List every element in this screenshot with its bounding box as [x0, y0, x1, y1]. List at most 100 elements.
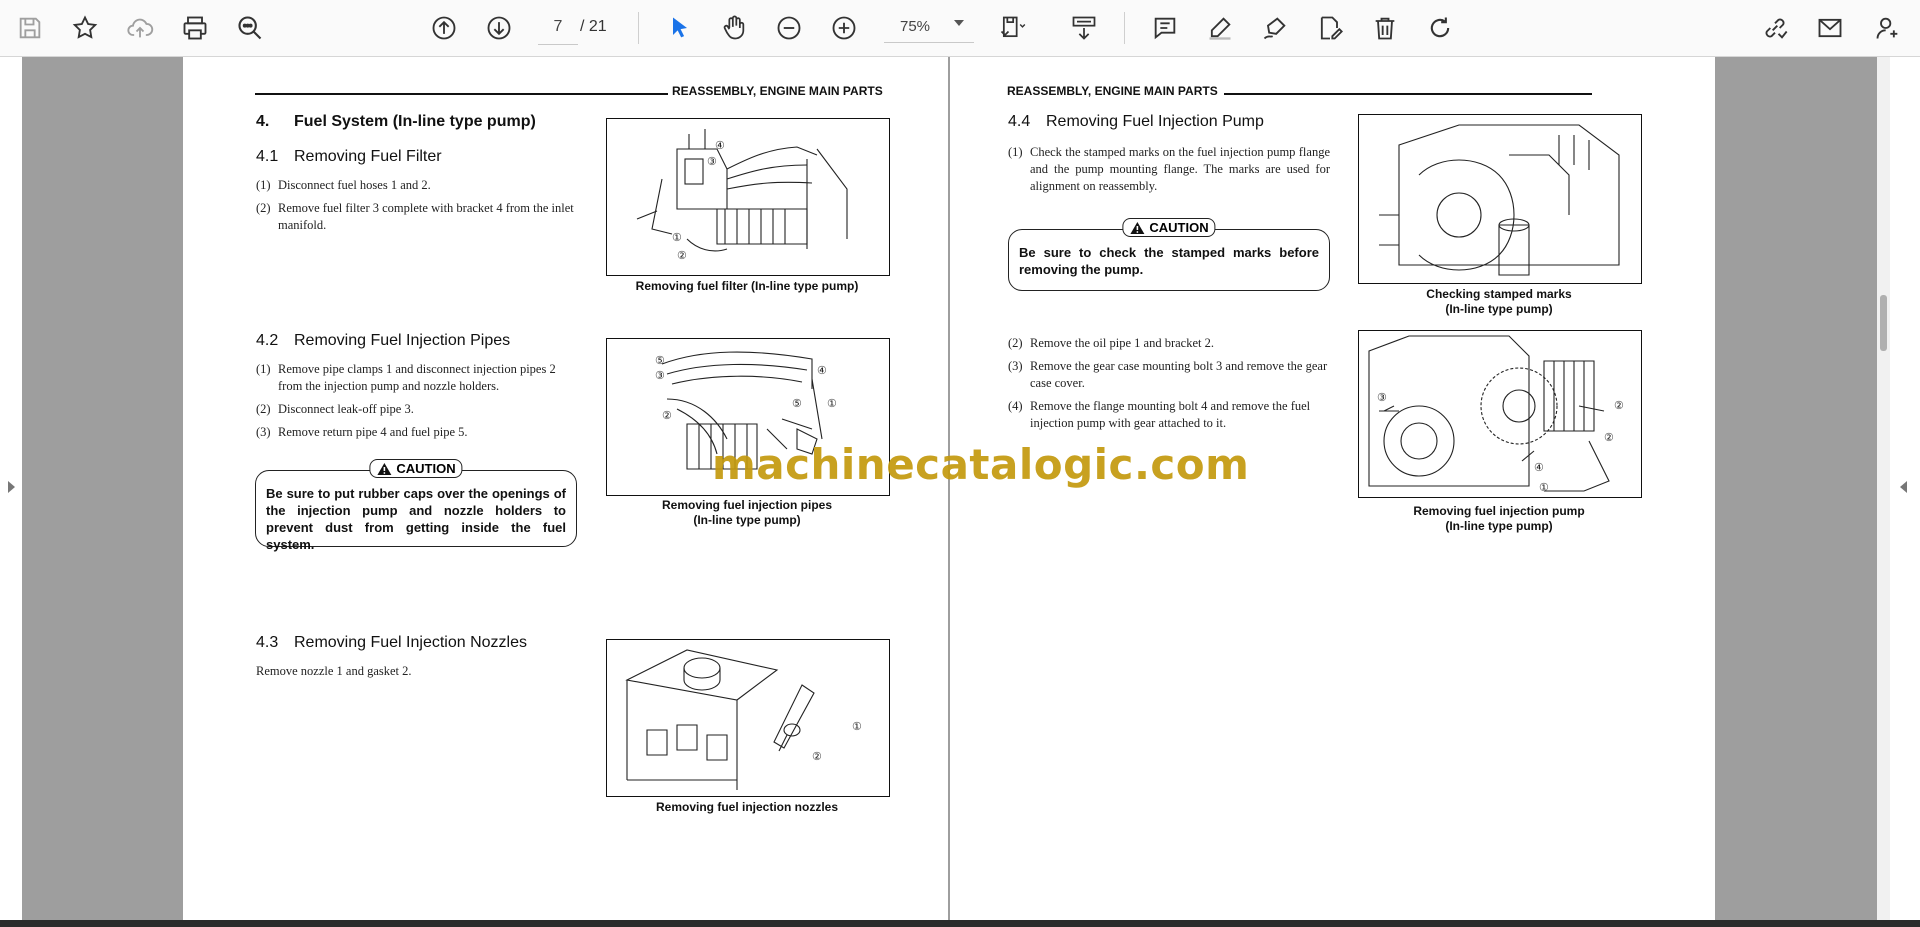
save-icon[interactable]	[10, 8, 50, 48]
figure-caption-line: (In-line type pump)	[693, 513, 801, 527]
hand-tool-icon[interactable]	[714, 8, 754, 48]
caution-label: CAUTION	[369, 459, 463, 478]
zoom-dropdown[interactable]: 75%	[884, 10, 974, 43]
vertical-scrollbar[interactable]	[1877, 57, 1890, 920]
add-user-icon[interactable]	[1868, 8, 1908, 48]
sign-icon[interactable]	[1255, 8, 1295, 48]
step-text: Check the stamped marks on the fuel inje…	[1030, 145, 1330, 193]
page-fit-icon[interactable]	[992, 8, 1032, 48]
subsection-title: 4.2 Removing Fuel Injection Pipes	[256, 332, 510, 350]
scrollbar-thumb[interactable]	[1880, 295, 1887, 351]
edit-pdf-icon[interactable]	[1310, 8, 1350, 48]
scroll-mode-icon[interactable]	[1064, 8, 1104, 48]
callout-3: ③	[707, 156, 717, 168]
callout-2: ②	[812, 751, 822, 763]
prev-page-icon[interactable]	[424, 8, 464, 48]
share-link-icon[interactable]	[1755, 8, 1795, 48]
callout-4: ④	[1534, 462, 1544, 474]
callout-2: ②	[1604, 432, 1614, 444]
step-text: Remove the gear case mounting bolt 3 and…	[1030, 359, 1328, 390]
caution-label-text: CAUTION	[1149, 220, 1209, 235]
step-text: Disconnect fuel hoses 1 and 2.	[278, 178, 431, 192]
delete-icon[interactable]	[1365, 8, 1405, 48]
callout-5: ⑤	[655, 355, 665, 367]
bottom-edge	[0, 920, 1920, 927]
subsection-title-text: Removing Fuel Injection Pump	[1046, 113, 1264, 130]
zoom-in-icon[interactable]	[824, 8, 864, 48]
toolbar: / 21 75%	[0, 0, 1920, 57]
step-number: (1)	[256, 178, 271, 192]
callout-3: ③	[1377, 392, 1387, 404]
step-number: (2)	[1008, 336, 1023, 350]
left-panel-toggle[interactable]	[0, 57, 22, 920]
step-list: (2) Remove the oil pipe 1 and bracket 2. …	[1008, 335, 1330, 438]
subsection-title: 4.3 Removing Fuel Injection Nozzles	[256, 634, 527, 652]
zoom-value: 75%	[900, 18, 931, 35]
figure-caption: Removing fuel filter (In-line type pump)	[635, 279, 859, 293]
list-item: (1) Disconnect fuel hoses 1 and 2.	[256, 177, 581, 194]
figure-caption: Removing fuel injection nozzles	[655, 800, 839, 814]
watermark-text: machinecatalogic.com	[712, 440, 1250, 489]
figure-caption: Removing fuel injection pipes (In-line t…	[606, 498, 888, 528]
step-text: Remove the flange mounting bolt 4 and re…	[1030, 399, 1311, 430]
subsection-number: 4.4	[1008, 113, 1031, 130]
subsection-title-text: Removing Fuel Injection Pipes	[294, 332, 511, 349]
divider	[1124, 12, 1125, 44]
callout-2: ②	[1614, 400, 1624, 412]
section-title-text: Fuel System (In-line type pump)	[294, 113, 536, 130]
figure-caption: Removing fuel injection pump (In-line ty…	[1358, 504, 1640, 534]
step-number: (1)	[1008, 145, 1023, 159]
cloud-upload-icon[interactable]	[120, 8, 160, 48]
caution-label: CAUTION	[1122, 218, 1216, 237]
callout-5: ⑤	[792, 398, 802, 410]
caution-box: CAUTION Be sure to check the stamped mar…	[1008, 218, 1330, 291]
caution-text: Be sure to put rubber caps over the open…	[266, 486, 566, 552]
list-item: (2) Disconnect leak-off pipe 3.	[256, 401, 581, 418]
step-text: Remove pipe clamps 1 and disconnect inje…	[278, 362, 556, 393]
callout-1: ①	[827, 398, 837, 410]
select-cursor-icon[interactable]	[660, 8, 700, 48]
figure-caption-line: (In-line type pump)	[1445, 302, 1553, 316]
right-panel-toggle[interactable]	[1890, 57, 1920, 920]
step-list: (1) Disconnect fuel hoses 1 and 2. (2) Rem…	[256, 177, 581, 240]
step-text: Remove fuel filter 3 complete with brack…	[278, 201, 574, 232]
find-text-icon[interactable]	[230, 8, 270, 48]
caution-text: Be sure to check the stamped marks befor…	[1019, 245, 1319, 277]
email-icon[interactable]	[1810, 8, 1850, 48]
list-item: (4) Remove the flange mounting bolt 4 and…	[1008, 398, 1330, 432]
next-page-icon[interactable]	[479, 8, 519, 48]
list-item: (3) Remove the gear case mounting bolt 3 …	[1008, 358, 1330, 392]
figure-caption-line: Removing fuel injection pump	[1413, 504, 1585, 518]
page-header: REASSEMBLY, ENGINE MAIN PARTS	[1007, 84, 1224, 98]
warning-icon	[377, 462, 392, 475]
page-number-input[interactable]	[538, 10, 578, 45]
callout-4: ④	[715, 140, 725, 152]
subsection-title-text: Removing Fuel Filter	[294, 148, 442, 165]
list-item: (2) Remove the oil pipe 1 and bracket 2.	[1008, 335, 1330, 352]
step-number: (4)	[1008, 399, 1023, 413]
figure-caption: Checking stamped marks (In-line type pum…	[1358, 287, 1640, 317]
step-number: (2)	[256, 402, 271, 416]
callout-4: ④	[817, 365, 827, 377]
step-number: (1)	[256, 362, 271, 376]
subsection-title-text: Removing Fuel Injection Nozzles	[294, 634, 527, 651]
list-item: (1) Check the stamped marks on the fuel i…	[1008, 144, 1330, 195]
figure-injection-nozzles: ① ②	[606, 639, 890, 797]
step-number: (2)	[256, 201, 271, 215]
section-title: 4. Fuel System (In-line type pump)	[256, 113, 536, 131]
callout-1: ①	[852, 721, 862, 733]
step-number: (3)	[256, 425, 271, 439]
step-number: (3)	[1008, 359, 1023, 373]
highlight-pen-icon[interactable]	[1200, 8, 1240, 48]
comment-icon[interactable]	[1145, 8, 1185, 48]
zoom-out-icon[interactable]	[769, 8, 809, 48]
divider	[638, 12, 639, 44]
step-text: Remove the oil pipe 1 and bracket 2.	[1030, 336, 1214, 350]
bookmark-star-icon[interactable]	[65, 8, 105, 48]
callout-1: ①	[672, 232, 682, 244]
rotate-icon[interactable]	[1420, 8, 1460, 48]
figure-fuel-filter: ④ ③ ① ②	[606, 118, 890, 276]
print-icon[interactable]	[175, 8, 215, 48]
body-text: Remove nozzle 1 and gasket 2.	[256, 664, 412, 678]
caution-label-text: CAUTION	[396, 461, 456, 476]
